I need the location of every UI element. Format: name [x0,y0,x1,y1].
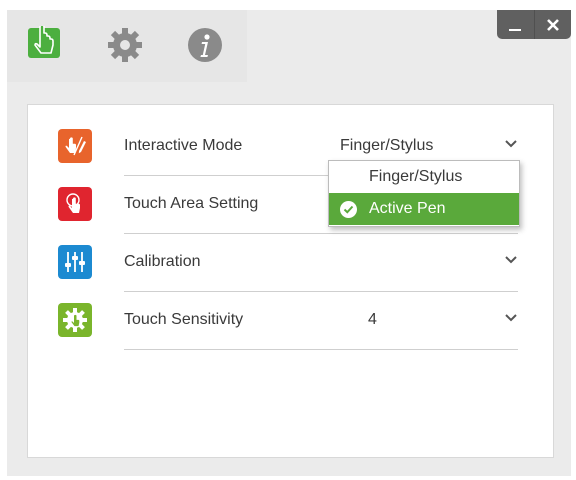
setting-label: Touch Sensitivity [124,311,244,328]
setting-row-touch-sensitivity[interactable]: Touch Sensitivity 4 [124,291,518,350]
interactive-mode-icon [58,129,92,163]
app-window: Interactive Mode Finger/Stylus Touch Are… [7,10,571,476]
chevron-down-icon[interactable] [504,253,518,267]
dropdown-option-active-pen[interactable]: Active Pen [329,193,519,225]
close-icon[interactable] [533,10,572,39]
info-icon[interactable] [185,25,225,65]
touch-area-icon [58,187,92,221]
touch-sensitivity-icon [58,303,92,337]
minimize-icon[interactable] [497,10,534,39]
interactive-mode-dropdown: Finger/Stylus Active Pen [328,160,520,227]
setting-label: Calibration [124,253,201,270]
setting-label: Interactive Mode [124,137,243,154]
gear-icon[interactable] [105,25,145,65]
checkmark-icon [340,201,357,218]
settings-panel: Interactive Mode Finger/Stylus Touch Are… [27,104,554,458]
chevron-down-icon[interactable] [504,137,518,151]
dropdown-option-finger-stylus[interactable]: Finger/Stylus [329,161,519,193]
setting-label: Touch Area Setting [124,195,259,212]
touch-mode-icon[interactable] [25,25,65,65]
setting-row-calibration[interactable]: Calibration [124,233,518,292]
window-controls [497,10,571,39]
chevron-down-icon[interactable] [504,311,518,325]
tab-bar [7,10,247,82]
calibration-sliders-icon [58,245,92,279]
setting-value: 4 [368,311,377,328]
